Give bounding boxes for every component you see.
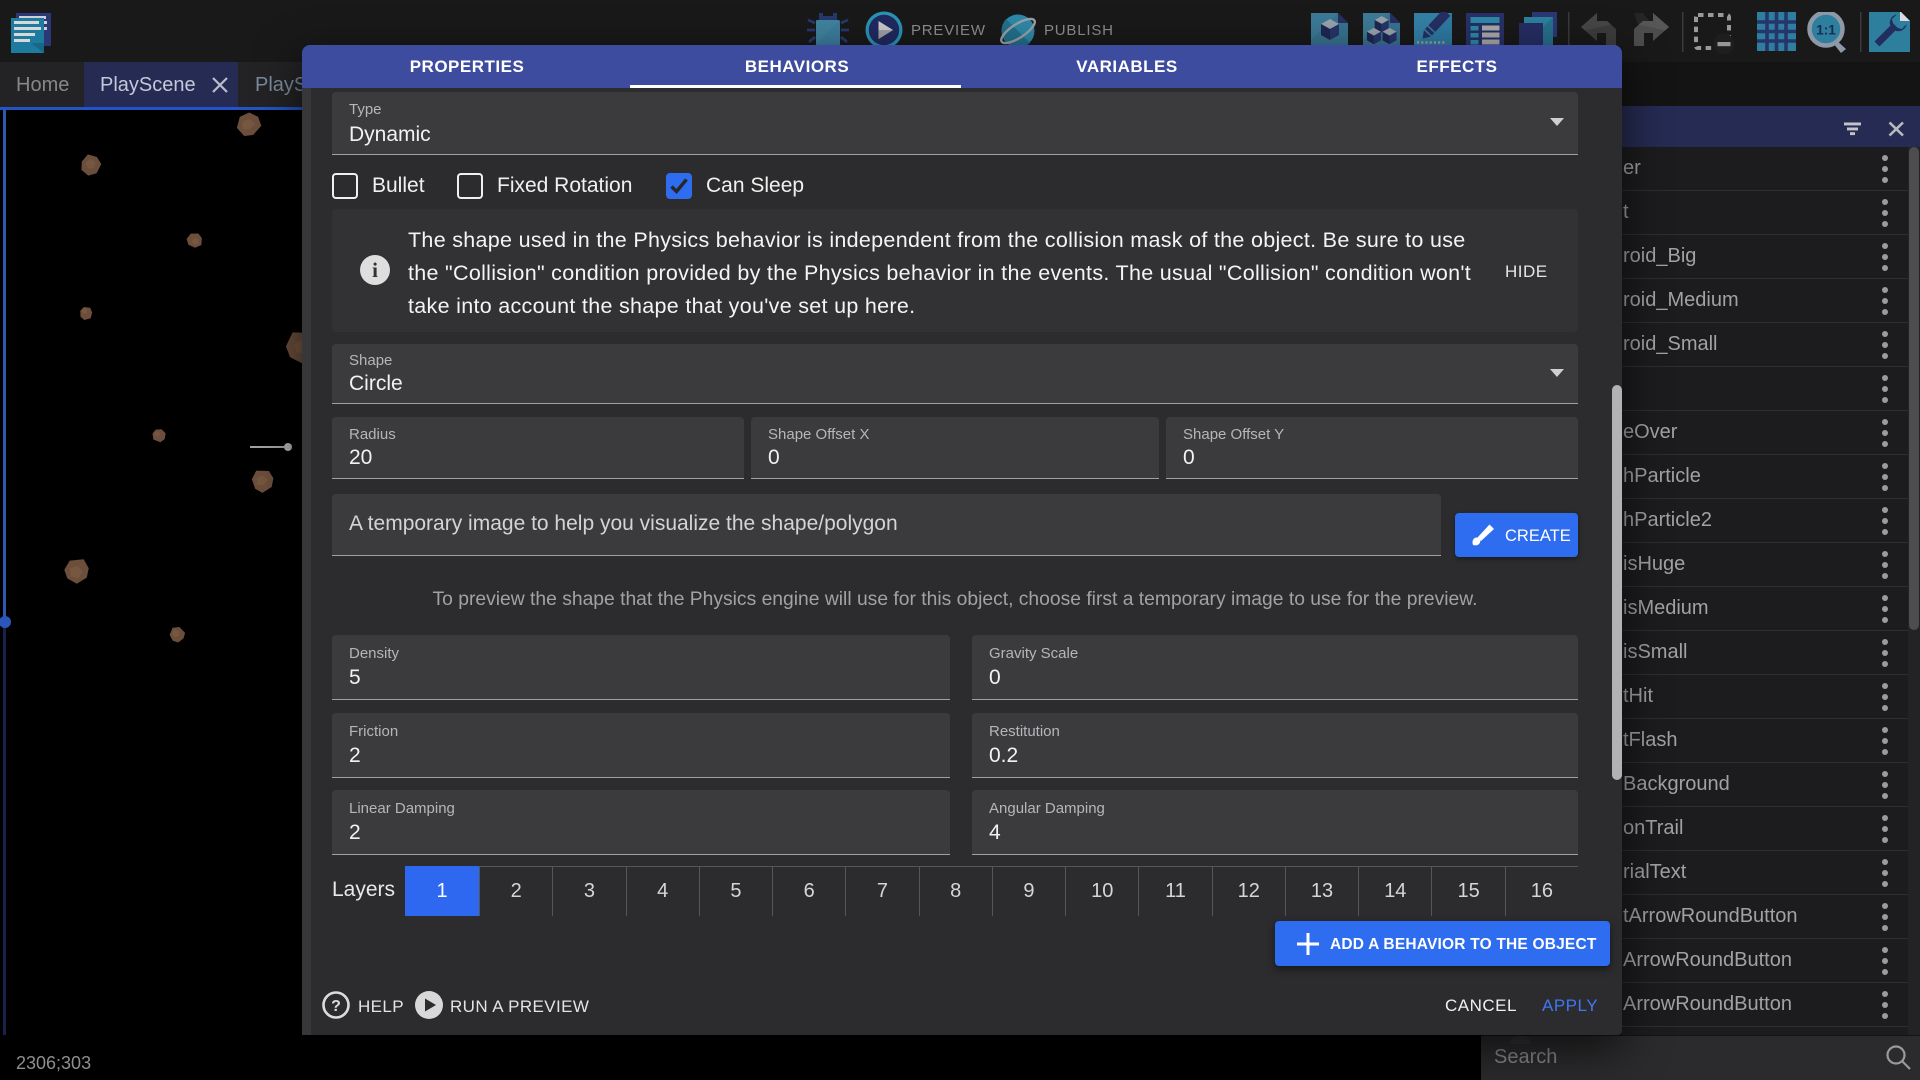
svg-text:?: ? <box>331 998 341 1015</box>
svg-text:1:1: 1:1 <box>1816 23 1836 38</box>
